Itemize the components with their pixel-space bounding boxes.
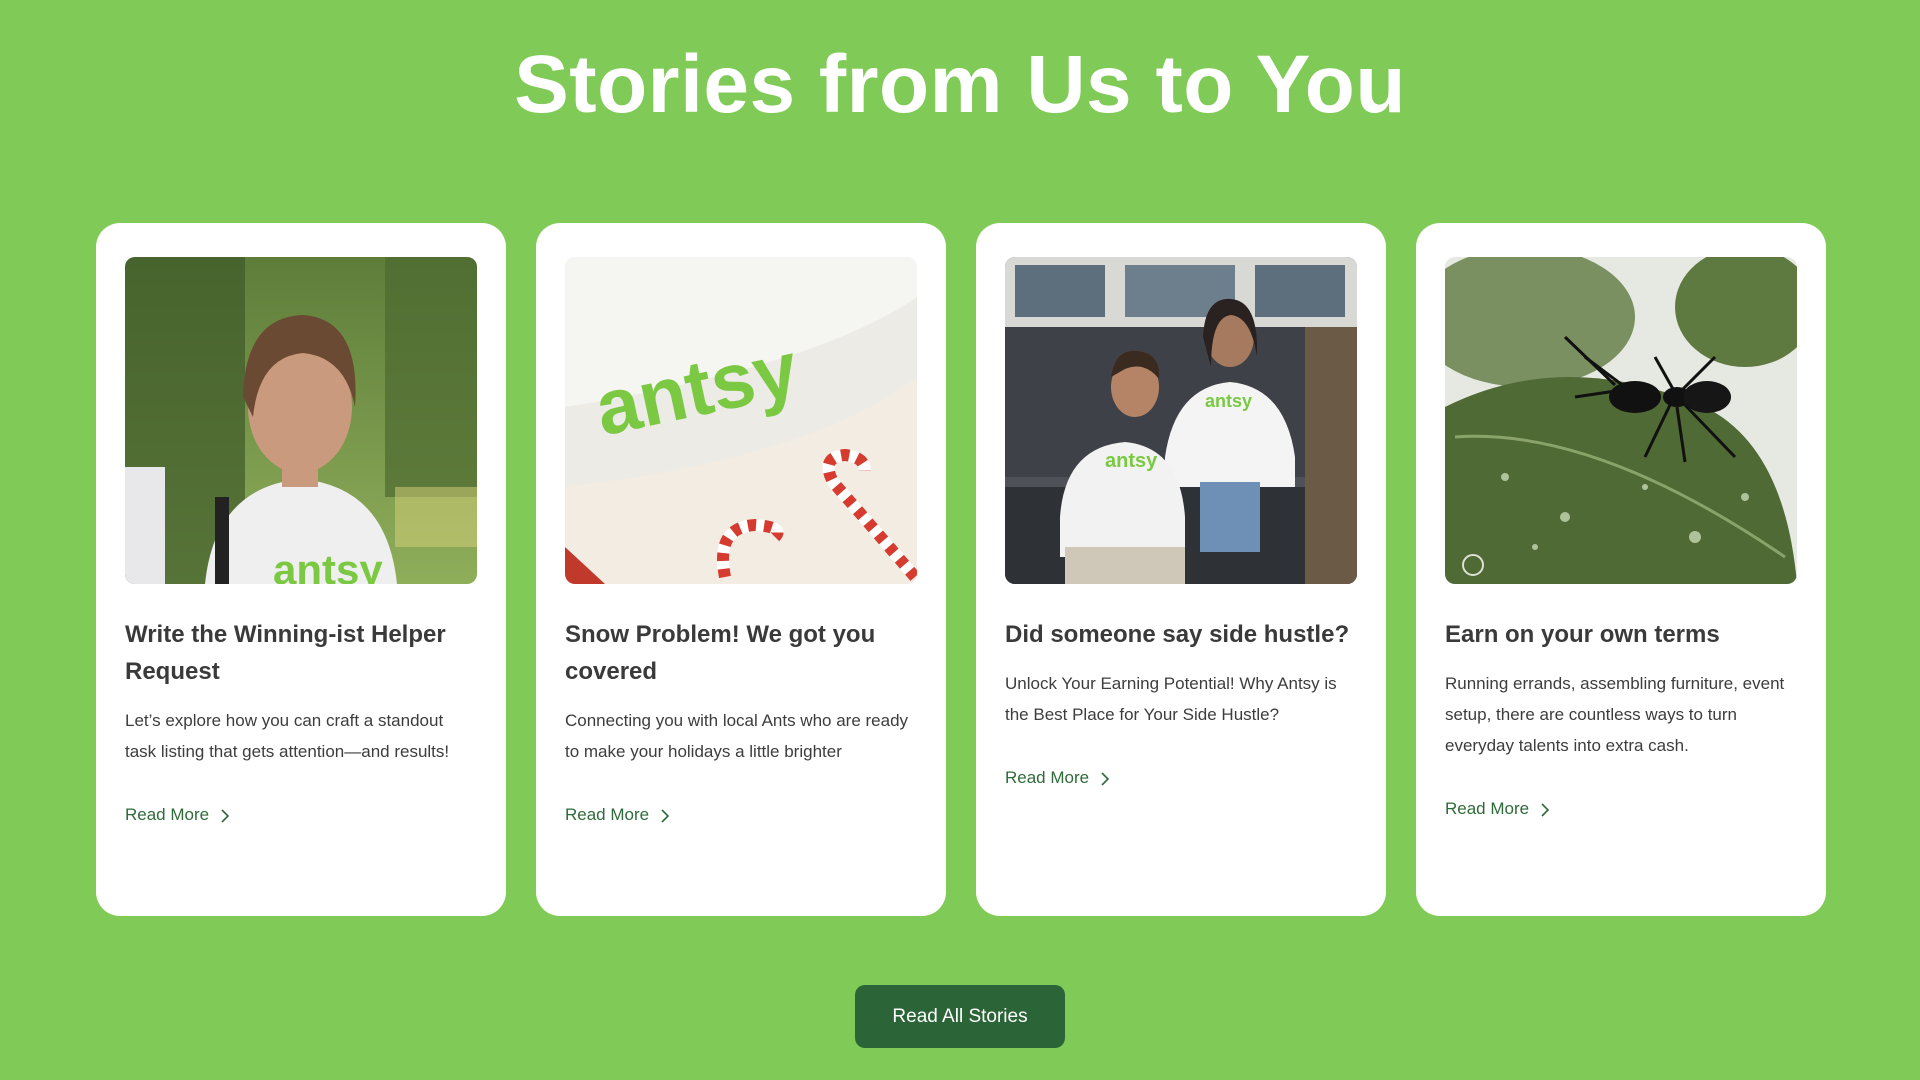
story-image-beanie[interactable]: antsy [565,257,917,584]
story-image-ant-on-leaf[interactable] [1445,257,1797,584]
story-title[interactable]: Did someone say side hustle? [1005,616,1357,653]
read-more-link[interactable]: Read More [125,805,231,825]
story-description: Let’s explore how you can craft a stando… [125,711,450,761]
read-more-link[interactable]: Read More [1445,799,1551,819]
chevron-right-icon [1539,802,1551,817]
story-description: Running errands, assembling furniture, e… [1445,674,1785,755]
stories-list: antsy Write the Winning-ist Helper Reque… [96,223,1826,916]
section-title: Stories from Us to You [514,39,1406,130]
chevron-right-icon [1099,771,1111,786]
story-title[interactable]: Earn on your own terms [1445,616,1797,653]
story-description: Unlock Your Earning Potential! Why Antsy… [1005,674,1337,724]
read-more-label: Read More [125,805,210,824]
story-card: antsy antsy Did someone say side hustle?… [976,223,1386,916]
read-more-label: Read More [1005,768,1090,787]
chevron-right-icon [219,808,231,823]
shirt-logo-text-right: antsy [1205,391,1252,411]
story-title[interactable]: Write the Winning-ist Helper Request [125,616,477,690]
chevron-right-icon [659,808,671,823]
story-image-young-man[interactable]: antsy [125,257,477,584]
read-more-link[interactable]: Read More [565,805,671,825]
read-more-label: Read More [565,805,650,824]
story-card: antsy Snow Problem! We got you covered C… [536,223,946,916]
read-more-label: Read More [1445,799,1530,818]
story-card: Earn on your own terms Running errands, … [1416,223,1826,916]
shirt-logo-text: antsy [273,546,383,584]
story-card: antsy Write the Winning-ist Helper Reque… [96,223,506,916]
read-all-stories-button[interactable]: Read All Stories [855,985,1065,1048]
story-image-porch-couple[interactable]: antsy antsy [1005,257,1357,584]
story-title[interactable]: Snow Problem! We got you covered [565,616,917,690]
read-more-link[interactable]: Read More [1005,768,1111,788]
story-description: Connecting you with local Ants who are r… [565,711,909,761]
shirt-logo-text-left: antsy [1105,450,1158,472]
